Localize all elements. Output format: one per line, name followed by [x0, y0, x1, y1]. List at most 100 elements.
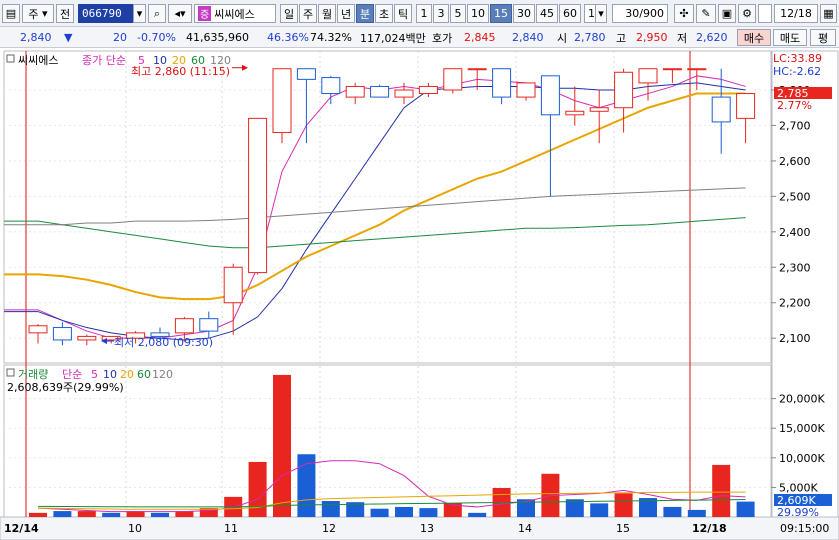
- name-badge: 증: [198, 6, 212, 21]
- volume-tick-label: 5,000K: [779, 481, 818, 494]
- low-value: 2,620: [696, 31, 728, 44]
- period-month-button[interactable]: 월: [318, 4, 336, 23]
- ask-value: 2,845: [464, 31, 496, 44]
- candle-body: [614, 71, 634, 109]
- interval-1-button[interactable]: 1: [416, 4, 432, 23]
- x-axis-label: 11: [224, 522, 238, 535]
- high-value: 2,950: [636, 31, 668, 44]
- candle-body: [321, 77, 341, 95]
- candle-body: [662, 68, 682, 71]
- candle-body: [516, 82, 536, 98]
- period-day-button[interactable]: 일: [280, 4, 298, 23]
- period-year-button[interactable]: 년: [337, 4, 355, 23]
- candle-body: [77, 335, 97, 341]
- price-tick-label: 2,100: [779, 332, 811, 345]
- price-tick-label: 2,200: [779, 297, 811, 310]
- candle-body: [492, 68, 512, 98]
- period-minute-button[interactable]: 분: [356, 4, 374, 23]
- candle-body: [589, 107, 609, 112]
- volume-bar: [273, 374, 291, 517]
- price-tick-label: 2,500: [779, 190, 811, 203]
- calendar-icon[interactable]: ▦: [820, 4, 837, 23]
- volume-value: 41,635,960: [186, 31, 249, 44]
- prev-button[interactable]: 전: [56, 4, 74, 23]
- flat-button[interactable]: 평: [810, 29, 836, 46]
- chart-type-icon[interactable]: ▤: [2, 4, 20, 23]
- candle-body: [467, 68, 487, 71]
- x-axis-label: 15: [616, 522, 630, 535]
- chart-area[interactable]: 2,1002,2002,3002,4002,5002,6002,7002,800…: [0, 48, 839, 540]
- interval-45-button[interactable]: 45: [536, 4, 558, 23]
- crosshair-icon[interactable]: ✣: [674, 4, 694, 23]
- candle: [443, 68, 463, 94]
- market-select[interactable]: 주 ▾: [22, 4, 54, 23]
- volume-bar: [712, 464, 731, 517]
- sell-button[interactable]: 매도: [773, 29, 807, 46]
- date-field[interactable]: 12/18: [774, 4, 818, 23]
- candle-body: [199, 318, 219, 332]
- pct-b: 74.32%: [310, 31, 352, 44]
- period-second-button[interactable]: 초: [375, 4, 393, 23]
- interval-15-button[interactable]: 15: [490, 4, 512, 23]
- x-axis-label: 14: [518, 522, 532, 535]
- price-tick-label: 2,300: [779, 261, 811, 274]
- market-label: 주: [28, 7, 39, 21]
- interval-60-button[interactable]: 60: [559, 4, 581, 23]
- hc-label: HC:-2.62: [773, 65, 821, 78]
- volume-tick-label: 20,000K: [779, 393, 825, 406]
- candle-body: [272, 68, 292, 134]
- candle-body: [223, 266, 243, 304]
- volume-bar: [468, 512, 487, 517]
- pct-a: 46.36%: [267, 31, 309, 44]
- candle-body: [540, 75, 560, 116]
- stock-code-input[interactable]: 066790: [78, 4, 133, 23]
- volume-bar: [102, 512, 121, 517]
- buy-button[interactable]: 매수: [737, 29, 771, 46]
- candle-body: [638, 68, 658, 84]
- search-icon[interactable]: ⌕: [148, 4, 166, 23]
- bid-value: 2,840: [512, 31, 544, 44]
- candle-body: [418, 85, 438, 95]
- date-checkbox[interactable]: [758, 4, 772, 23]
- draw-tool-icon[interactable]: ✎: [696, 4, 716, 23]
- interval-10-button[interactable]: 10: [467, 4, 489, 23]
- volume-bar: [687, 509, 706, 517]
- change-value: 20: [113, 31, 127, 44]
- price-panel[interactable]: [3, 50, 772, 364]
- candle-body: [736, 93, 756, 119]
- count-field[interactable]: 30/900: [612, 4, 668, 23]
- max-price-label: 최고 2,860 (11:15): [131, 65, 230, 78]
- low-label: 저: [677, 31, 688, 45]
- ask-label: 호가: [432, 31, 453, 45]
- candle-body: [174, 318, 194, 334]
- candle-body: [394, 89, 414, 98]
- volume-legend-ma10: 10: [103, 368, 117, 381]
- open-label: 시: [557, 31, 568, 45]
- volume-bar: [663, 506, 682, 517]
- lc-label: LC:33.89: [773, 52, 822, 65]
- price-tick-label: 2,600: [779, 155, 811, 168]
- price-tick-label: 2,400: [779, 226, 811, 239]
- candle-body: [687, 68, 707, 71]
- volume-bar: [248, 461, 267, 517]
- interval-5-button[interactable]: 5: [450, 4, 466, 23]
- volume-bar: [151, 512, 169, 517]
- min-price-label: 최저 2,080 (09:30): [114, 336, 213, 349]
- volume-legend-name: 거래량: [18, 368, 48, 381]
- period-week-button[interactable]: 주: [299, 4, 317, 23]
- volume-tick-label: 15,000K: [779, 422, 825, 435]
- candle: [248, 117, 268, 275]
- interval-dropdown-icon[interactable]: ▾: [595, 4, 607, 23]
- interval-30-button[interactable]: 30: [513, 4, 535, 23]
- x-axis-label: 12/14: [4, 522, 39, 535]
- code-dropdown-icon[interactable]: ▾: [133, 4, 146, 23]
- candle-body: [52, 327, 72, 341]
- save-icon[interactable]: ▣: [718, 4, 736, 23]
- candle-body: [248, 117, 268, 274]
- x-axis-label: 12: [322, 522, 336, 535]
- history-icon[interactable]: ◂▾: [168, 4, 192, 23]
- interval-3-button[interactable]: 3: [433, 4, 449, 23]
- volume-legend-ma120: 120: [152, 368, 173, 381]
- period-tick-button[interactable]: 틱: [394, 4, 412, 23]
- gear-icon[interactable]: ⚙: [738, 4, 756, 23]
